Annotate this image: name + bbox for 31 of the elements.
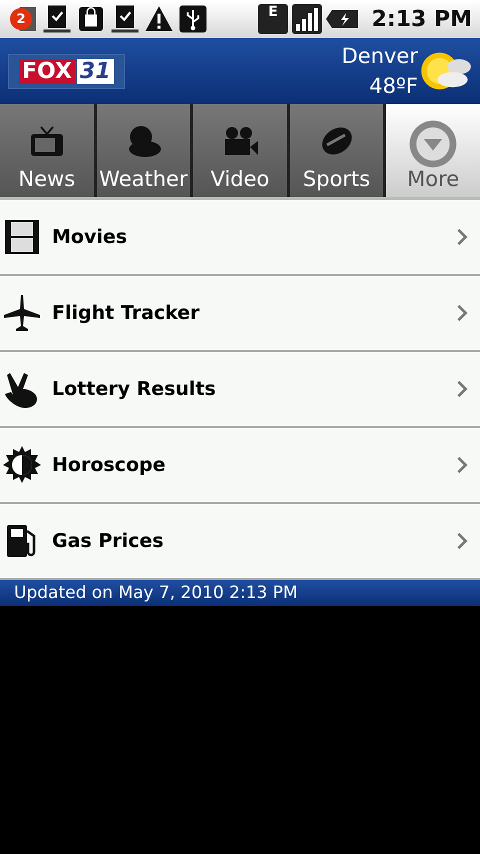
menu-row[interactable]: Movies — [0, 200, 480, 276]
airplane-icon — [2, 293, 42, 333]
usb-icon — [178, 4, 208, 34]
chevron-icon — [456, 304, 468, 322]
nav-tab[interactable]: News — [0, 104, 94, 197]
nav-tab[interactable]: Sports — [290, 104, 384, 197]
update-time: Updated on May 7, 2010 2:13 PM — [0, 580, 480, 606]
network-type: E — [258, 4, 288, 34]
chevron-icon — [456, 456, 468, 474]
menu-row[interactable]: Horoscope — [0, 428, 480, 504]
chevron-icon — [456, 532, 468, 550]
nav-tab[interactable]: Weather — [96, 104, 190, 197]
menu-row[interactable]: Lottery Results — [0, 352, 480, 428]
battery-icon — [326, 8, 360, 30]
chevron-icon — [456, 380, 468, 398]
logo: FOX 31 — [8, 54, 125, 88]
temperature: 48ºF — [369, 73, 418, 100]
chevron-icon — [456, 228, 468, 246]
nav-tab[interactable]: Video — [193, 104, 287, 197]
dropdown-icon — [408, 119, 458, 169]
bag-icon — [76, 4, 106, 34]
city: Denver — [342, 43, 418, 70]
document-check-icon — [110, 4, 140, 34]
signal-icon — [292, 4, 322, 34]
notification-count: 2 — [10, 8, 32, 30]
warning-icon — [144, 4, 174, 34]
menu-row[interactable]: Flight Tracker — [0, 276, 480, 352]
nav-tab[interactable]: More — [386, 104, 480, 197]
clock: 2:13 PM — [372, 6, 472, 32]
film-strip-icon — [2, 217, 42, 257]
document-check-icon — [42, 4, 72, 34]
